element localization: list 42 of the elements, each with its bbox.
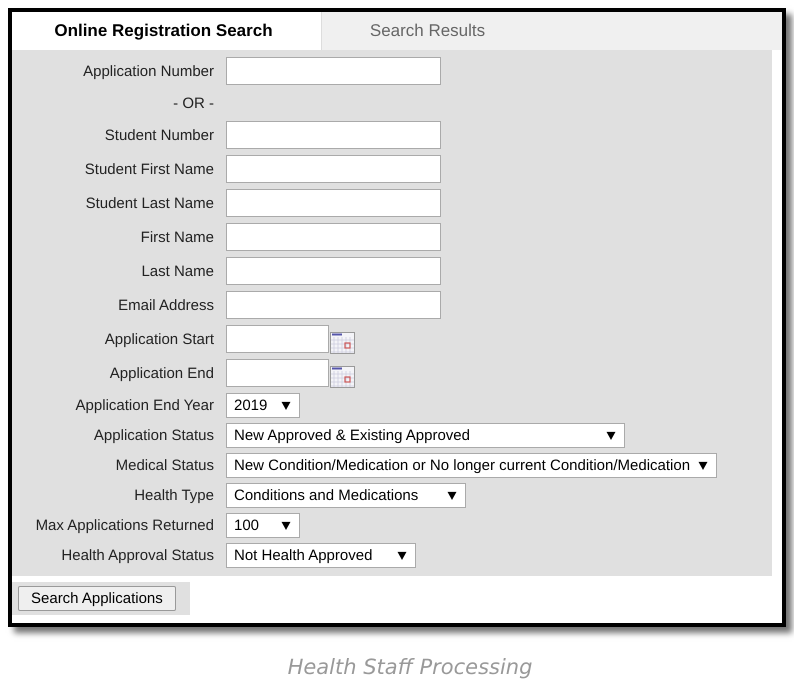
- field-label: Application End Year: [74, 396, 214, 416]
- field-label: Application End: [108, 364, 214, 384]
- caret-icon: [447, 490, 457, 500]
- input-field[interactable]: [226, 57, 441, 85]
- field-label: Student First Name: [84, 160, 214, 180]
- dropdown[interactable]: New Approved & Existing Approved: [226, 422, 625, 448]
- field-label: First Name: [140, 228, 214, 248]
- field-label: Application Status: [92, 426, 214, 446]
- input-field[interactable]: [226, 189, 441, 217]
- caret-icon: [281, 400, 291, 410]
- date-field[interactable]: [226, 359, 329, 387]
- caret-icon: [698, 460, 708, 470]
- caption: Health Staff Processing: [286, 655, 534, 679]
- input-field[interactable]: [226, 121, 441, 149]
- field-label: Last Name: [140, 262, 214, 282]
- input-field[interactable]: [226, 155, 441, 183]
- date-field[interactable]: [226, 325, 329, 353]
- caret-icon: [606, 430, 616, 440]
- dropdown[interactable]: New Condition/Medication or No longer current Condition/Medication: [226, 452, 718, 478]
- field-label: Health Approval Status: [60, 546, 214, 566]
- input-field[interactable]: [226, 223, 441, 251]
- search-button[interactable]: Search Applications: [18, 586, 176, 611]
- input-field[interactable]: [226, 257, 441, 285]
- calendar-icon[interactable]: [330, 332, 355, 354]
- calendar-icon[interactable]: [330, 366, 355, 388]
- dropdown[interactable]: Conditions and Medications: [226, 482, 466, 508]
- separator-text: - OR -: [172, 94, 214, 114]
- input-field[interactable]: [226, 291, 441, 319]
- field-label: Email Address: [117, 296, 214, 316]
- field-label: Application Start: [104, 330, 214, 350]
- dropdown[interactable]: 100: [226, 512, 300, 538]
- tab[interactable]: Online Registration Search: [12, 12, 321, 50]
- field-label: Max Applications Returned: [34, 516, 214, 536]
- caret-icon: [397, 550, 407, 560]
- field-label: Health Type: [133, 486, 214, 506]
- field-label: Student Number: [104, 126, 214, 146]
- dropdown[interactable]: 2019: [226, 392, 300, 418]
- dropdown[interactable]: Not Health Approved: [226, 542, 416, 568]
- caret-icon: [281, 520, 291, 530]
- field-label: Application Number: [82, 62, 214, 82]
- field-label: Medical Status: [114, 456, 214, 476]
- field-label: Student Last Name: [84, 194, 214, 214]
